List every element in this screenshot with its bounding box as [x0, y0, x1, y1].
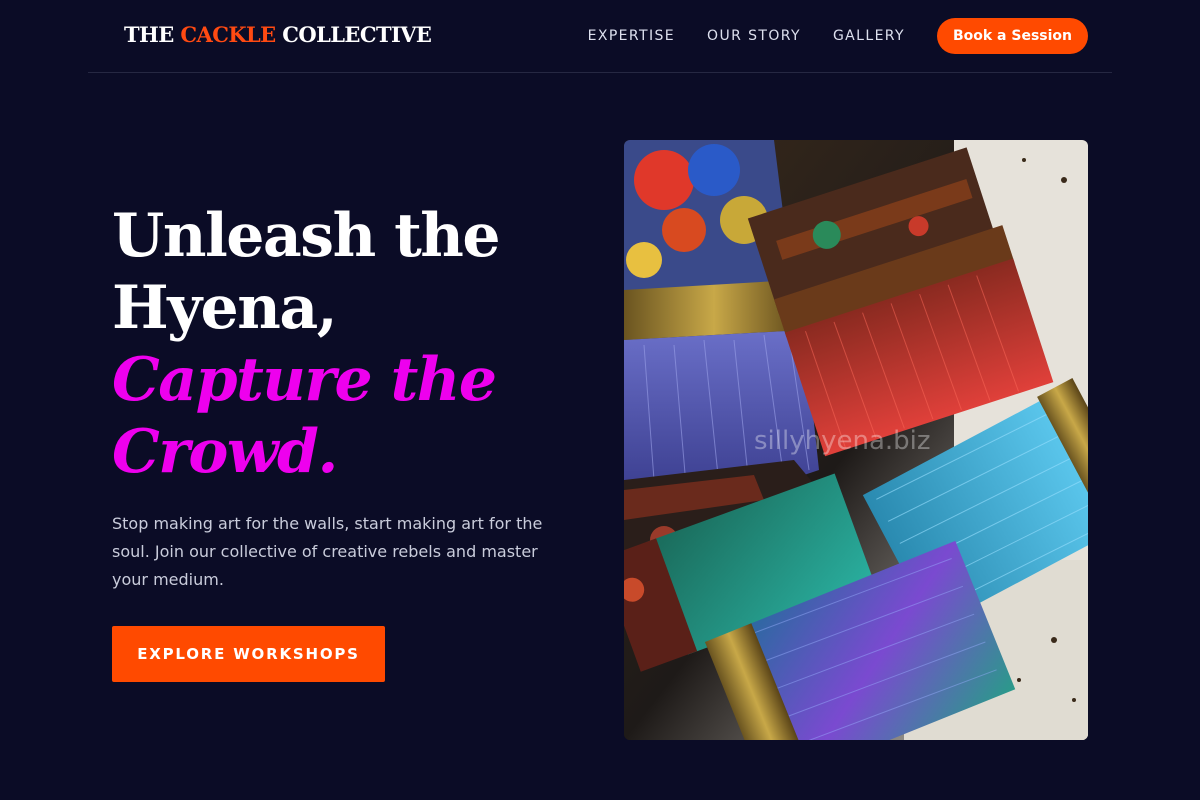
- site-header: THE CACKLE COLLECTIVE EXPERTISE OUR STOR…: [88, 0, 1112, 73]
- hero-subtitle: Stop making art for the walls, start mak…: [112, 514, 543, 589]
- hero-title-emphasis-line-2: Crowd.: [112, 417, 338, 487]
- main-nav: EXPERTISE OUR STORY GALLERY Book a Sessi…: [588, 18, 1088, 54]
- hero-title-line-2: Hyena,: [112, 273, 338, 343]
- landing-page: THE CACKLE COLLECTIVE EXPERTISE OUR STOR…: [0, 0, 1200, 800]
- hero-title-emphasis-line-1: Capture the: [112, 345, 497, 415]
- nav-link-our-story[interactable]: OUR STORY: [707, 18, 801, 54]
- site-logo[interactable]: THE CACKLE COLLECTIVE: [124, 22, 432, 47]
- paintbrushes-illustration: [624, 140, 1088, 740]
- paintbrushes-image: sillyhyena.biz: [624, 140, 1088, 740]
- logo-word-collective: COLLECTIVE: [282, 22, 432, 47]
- hero-title: Unleash the Hyena, Capture the Crowd.: [112, 200, 582, 488]
- nav-link-gallery[interactable]: GALLERY: [833, 18, 905, 54]
- logo-word-the: THE: [124, 22, 174, 47]
- hero-title-line-1: Unleash the: [112, 201, 501, 271]
- book-session-button[interactable]: Book a Session: [937, 18, 1088, 54]
- nav-link-expertise[interactable]: EXPERTISE: [588, 18, 675, 54]
- explore-workshops-button[interactable]: EXPLORE WORKSHOPS: [112, 626, 385, 682]
- logo-word-cackle: CACKLE: [180, 22, 276, 47]
